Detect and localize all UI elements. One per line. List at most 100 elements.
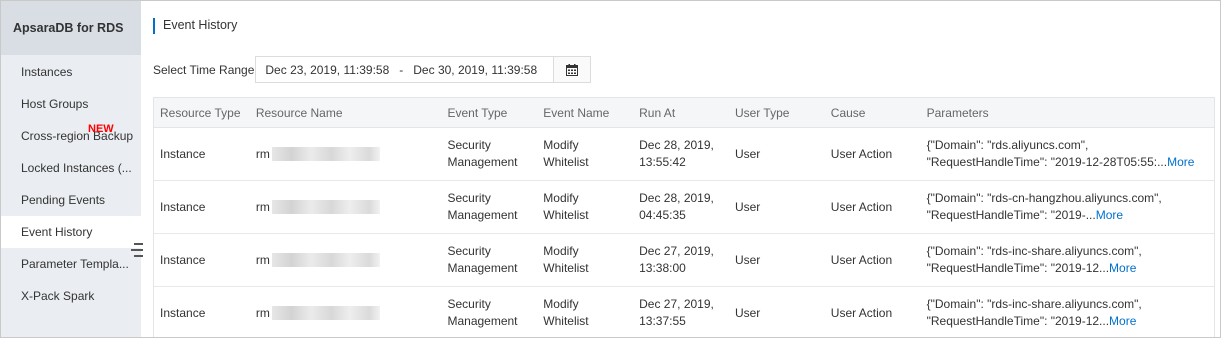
cell-parameters: {"Domain": "rds-cn-hangzhou.aliyuncs.com… [921,190,1214,224]
range-end: Dec 30, 2019, 11:39:58 [413,62,538,77]
more-link[interactable]: More [1109,261,1136,275]
sidebar-item-label: Cross-region Backup [21,129,134,143]
event-type-line: Management [447,314,518,328]
cell-cause: User Action [830,199,893,214]
event-name-line: Whitelist [543,261,589,275]
sidebar-item-cross-region-backup[interactable]: Cross-region Backup NEW [1,120,141,152]
cell-resource-type: Instance [160,199,206,214]
sidebar-item-instances[interactable]: Instances [1,56,141,88]
console-window: ApsaraDB for RDS Instances Host Groups C… [0,0,1221,338]
resource-name-prefix: rm [255,199,270,214]
more-link[interactable]: More [1109,314,1136,328]
event-name-line: Whitelist [543,314,589,328]
cell-parameters: {"Domain": "rds-inc-share.aliyuncs.com",… [921,243,1214,277]
resource-name-prefix: rm [255,146,270,161]
sidebar-item-locked-instances[interactable]: Locked Instances (... [1,152,141,184]
sidebar-item-label: Pending Events [21,193,106,207]
params-line: "RequestHandleTime": "2019-... [926,208,1096,222]
column-header-event-name: Event Name [543,106,610,120]
sidebar-item-parameter-templates[interactable]: Parameter Templa... [1,248,141,280]
more-link[interactable]: More [1096,208,1123,222]
column-header-cause: Cause [830,106,866,120]
redacted-resource-id [271,200,380,215]
cell-parameters: {"Domain": "rds-inc-share.aliyuncs.com",… [921,296,1214,330]
run-at-date: Dec 27, 2019, [639,244,714,258]
sidebar-item-pending-events[interactable]: Pending Events [1,184,141,216]
column-header-user-type: User Type [734,106,790,120]
sidebar-title: ApsaraDB for RDS [1,1,141,55]
event-name-line: Modify [543,244,579,258]
redacted-resource-id [271,147,380,162]
cell-resource-name: rm [250,199,442,216]
event-name-line: Modify [543,297,579,311]
cell-event-name: Modify Whitelist [537,190,633,224]
range-separator: - [399,62,404,77]
cell-user-type: User [734,252,761,267]
calendar-button[interactable] [554,56,592,83]
cell-event-name: Modify Whitelist [537,296,633,330]
time-range-label: Select Time Range [153,62,255,77]
cell-event-type: Security Management [441,296,537,330]
event-name-line: Modify [543,138,579,152]
cell-user-type: User [734,305,761,320]
table-row: Instance rm Security Management Modify Whi… [154,234,1214,287]
cell-event-type: Security Management [441,190,537,224]
table-row: Instance rm Security Management Modify Whi… [154,128,1214,181]
table-header: Resource Type Resource Name Event Type E… [154,98,1214,128]
params-line: "RequestHandleTime": "2019-12... [926,261,1110,275]
cell-user-type: User [734,199,761,214]
sidebar: ApsaraDB for RDS Instances Host Groups C… [1,1,143,337]
cell-event-name: Modify Whitelist [537,137,633,171]
sidebar-item-label: Host Groups [21,97,89,111]
cell-user-type: User [734,146,761,161]
column-header-parameters: Parameters [926,106,989,120]
cell-event-name: Modify Whitelist [537,243,633,277]
sidebar-item-x-pack-spark[interactable]: X-Pack Spark [1,280,141,312]
params-line: {"Domain": "rds-inc-share.aliyuncs.com", [926,297,1142,311]
redacted-resource-id [271,306,380,321]
cell-resource-name: rm [250,305,442,322]
event-type-line: Management [447,208,518,222]
cell-resource-type: Instance [160,252,206,267]
run-at-time: 13:37:55 [639,314,686,328]
more-link[interactable]: More [1167,155,1194,169]
sidebar-item-host-groups[interactable]: Host Groups [1,88,141,120]
cell-run-at: Dec 28, 2019, 04:45:35 [633,190,729,224]
redacted-resource-id [271,253,380,268]
cell-resource-name: rm [250,146,442,163]
run-at-time: 13:38:00 [639,261,686,275]
cell-cause: User Action [830,252,893,267]
event-type-line: Security [447,138,491,152]
sidebar-item-event-history[interactable]: Event History [1,216,141,248]
event-name-line: Whitelist [543,208,589,222]
event-name-line: Modify [543,191,579,205]
range-start: Dec 23, 2019, 11:39:58 [265,62,390,77]
time-range-filter: Select Time Range Dec 23, 2019, 11:39:58… [153,56,592,83]
time-range-picker[interactable]: Dec 23, 2019, 11:39:58 - Dec 30, 2019, 1… [255,56,555,83]
resource-name-prefix: rm [255,305,270,320]
cell-run-at: Dec 27, 2019, 13:38:00 [633,243,729,277]
run-at-date: Dec 28, 2019, [639,138,714,152]
run-at-date: Dec 27, 2019, [639,297,714,311]
params-line: {"Domain": "rds-cn-hangzhou.aliyuncs.com… [926,191,1162,205]
cell-event-type: Security Management [441,137,537,171]
event-type-line: Security [447,244,491,258]
new-badge: NEW [88,123,114,135]
event-type-line: Management [447,261,518,275]
run-at-date: Dec 28, 2019, [639,191,714,205]
column-header-resource-name: Resource Name [255,106,343,120]
cell-resource-name: rm [250,252,442,269]
event-name-line: Whitelist [543,155,589,169]
collapse-menu-icon[interactable] [131,243,143,257]
sidebar-item-label: X-Pack Spark [21,289,95,303]
cell-run-at: Dec 28, 2019, 13:55:42 [633,137,729,171]
cell-resource-type: Instance [160,305,206,320]
sidebar-item-label: Event History [21,225,93,239]
cell-event-type: Security Management [441,243,537,277]
cell-parameters: {"Domain": "rds.aliyuncs.com", "RequestHa… [921,137,1214,171]
column-header-event-type: Event Type [447,106,508,120]
params-line: "RequestHandleTime": "2019-12... [926,314,1110,328]
event-type-line: Management [447,155,518,169]
sidebar-item-label: Instances [21,65,73,79]
sidebar-item-label: Locked Instances (... [21,161,132,175]
